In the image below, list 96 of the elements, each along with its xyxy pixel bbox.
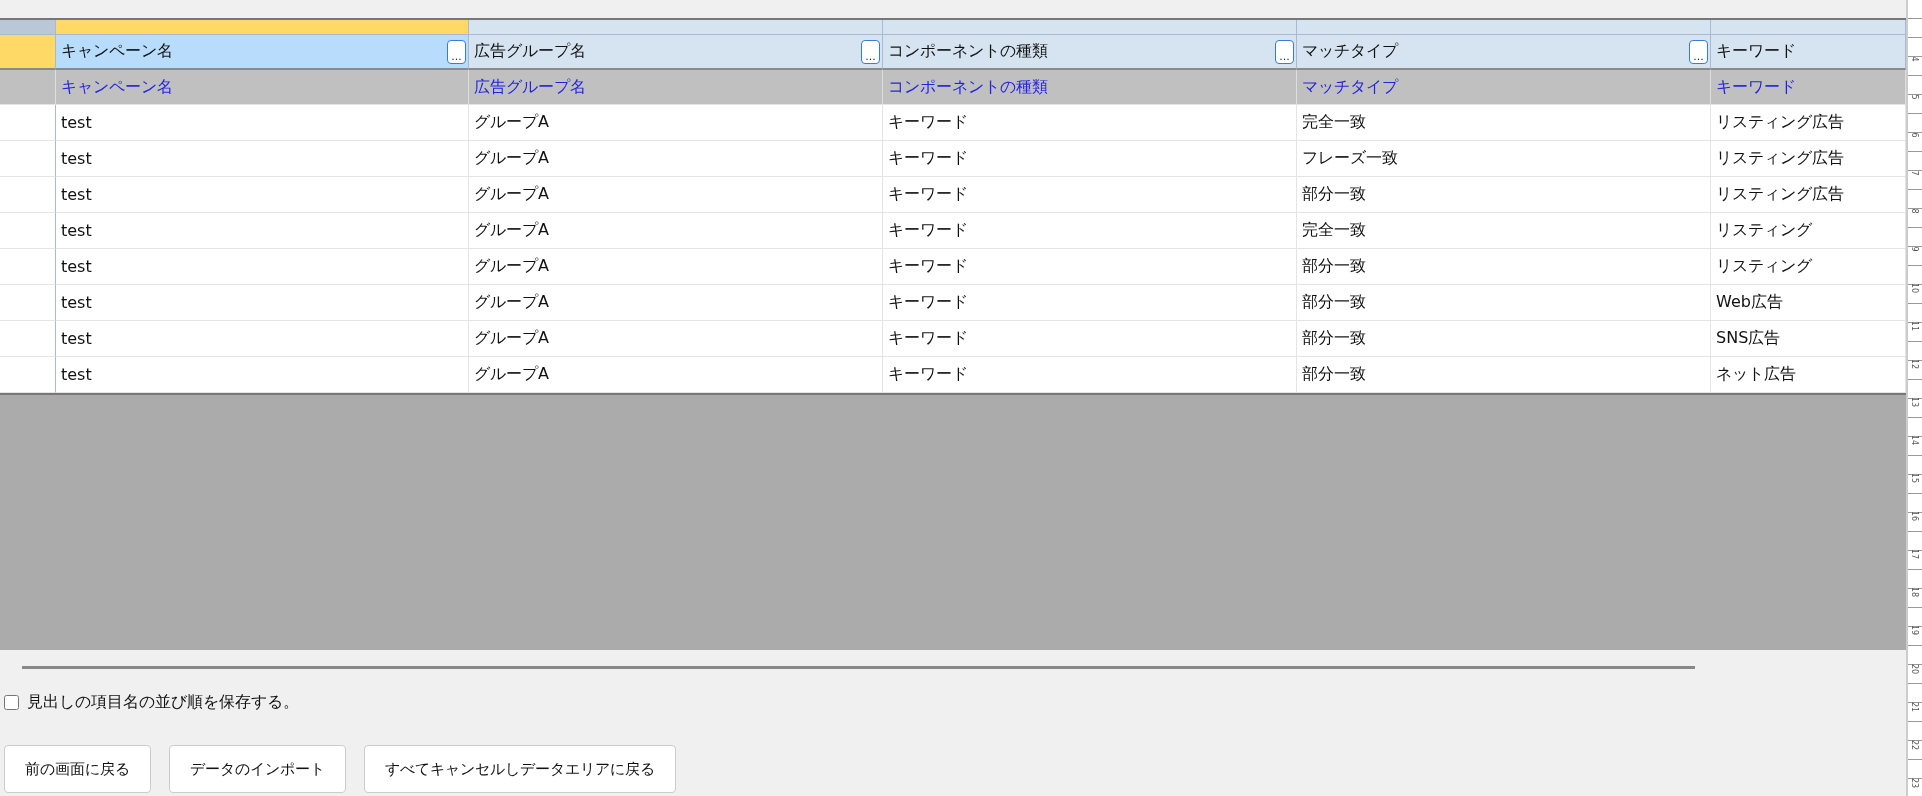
table-cell: フレーズ一致	[1297, 141, 1711, 177]
column-selector[interactable]	[469, 20, 883, 35]
table-cell: リスティング	[1711, 249, 1906, 285]
ruler-number: 8	[1909, 207, 1921, 216]
table-cell: 部分一致	[1297, 357, 1711, 393]
row-header[interactable]	[0, 213, 56, 249]
table-cell: キーワード	[883, 177, 1297, 213]
ruler-number: 19	[1909, 624, 1921, 638]
ruler-number: 5	[1909, 93, 1921, 102]
table-cell: test	[56, 249, 469, 285]
table-cell: キーワード	[883, 285, 1297, 321]
ruler-number: 13	[1909, 395, 1921, 409]
ruler-number: 17	[1909, 548, 1921, 562]
table-cell: 部分一致	[1297, 249, 1711, 285]
ruler-number: 23	[1909, 776, 1921, 790]
ruler-number: 9	[1909, 245, 1921, 255]
table-cell: ネット広告	[1711, 357, 1906, 393]
table-cell: リスティング	[1711, 213, 1906, 249]
table-cell: 完全一致	[1297, 213, 1711, 249]
table-cell: グループA	[469, 141, 883, 177]
ellipsis-button[interactable]: ...	[1275, 39, 1294, 64]
corner-cell	[0, 20, 56, 35]
checkbox[interactable]	[4, 694, 19, 710]
ruler-number: 14	[1909, 433, 1921, 447]
table-cell: グループA	[469, 321, 883, 357]
table-cell: test	[56, 321, 469, 357]
row-header[interactable]	[0, 357, 56, 393]
row-header	[0, 70, 56, 105]
ruler-number: 18	[1909, 586, 1921, 600]
row-header[interactable]	[0, 321, 56, 357]
table-cell: キーワード	[883, 105, 1297, 141]
table-cell: グループA	[469, 105, 883, 141]
horizontal-scrollbar[interactable]	[22, 666, 1695, 669]
table-cell: リスティング広告	[1711, 177, 1906, 213]
row-header[interactable]	[0, 177, 56, 213]
table-cell: キーワード	[883, 141, 1297, 177]
ruler-number: 22	[1909, 738, 1921, 752]
ruler-number: 10	[1909, 281, 1921, 295]
table-cell: 部分一致	[1297, 285, 1711, 321]
table-cell: キーワード	[883, 357, 1297, 393]
table-cell: キーワード	[883, 321, 1297, 357]
table-cell: test	[56, 285, 469, 321]
column-selector[interactable]	[1297, 20, 1711, 35]
table-cell: グループA	[469, 249, 883, 285]
ruler-number: 16	[1909, 510, 1921, 524]
ellipsis-button[interactable]: ...	[447, 39, 466, 64]
filter-cell[interactable]: キャンペーン名	[56, 70, 469, 105]
table-cell: 部分一致	[1297, 177, 1711, 213]
ellipsis-button[interactable]: ...	[1689, 39, 1708, 64]
column-header[interactable]: キーワード	[1711, 35, 1906, 70]
ruler-number: 12	[1909, 357, 1921, 371]
column-selector[interactable]	[1711, 20, 1906, 35]
table-cell: キーワード	[883, 213, 1297, 249]
table-cell: グループA	[469, 177, 883, 213]
table-cell: test	[56, 105, 469, 141]
table-cell: Web広告	[1711, 285, 1906, 321]
column-header[interactable]: コンポーネントの種類 ...	[883, 35, 1297, 70]
table-cell: SNS広告	[1711, 321, 1906, 357]
row-header[interactable]	[0, 105, 56, 141]
column-header[interactable]: 広告グループ名 ...	[469, 35, 883, 70]
ruler-number: 6	[1909, 131, 1921, 140]
ruler-number: 20	[1909, 662, 1921, 676]
ruler-number: 15	[1909, 472, 1921, 486]
column-selector[interactable]	[883, 20, 1297, 35]
table-cell: グループA	[469, 285, 883, 321]
table-cell: test	[56, 177, 469, 213]
filter-cell[interactable]: 広告グループ名	[469, 70, 883, 105]
ruler-number: 21	[1909, 700, 1921, 714]
action-button[interactable]: データのインポート	[169, 745, 346, 793]
column-selector[interactable]	[56, 20, 469, 35]
table-cell: リスティング広告	[1711, 141, 1906, 177]
action-button[interactable]: すべてキャンセルしデータエリアに戻る	[364, 745, 676, 793]
ruler-number: 7	[1909, 169, 1921, 178]
table-cell: test	[56, 357, 469, 393]
table-cell: test	[56, 213, 469, 249]
table-cell: 部分一致	[1297, 321, 1711, 357]
column-header[interactable]: マッチタイプ ...	[1297, 35, 1711, 70]
action-button[interactable]: 前の画面に戻る	[4, 745, 151, 793]
table-cell: グループA	[469, 213, 883, 249]
table-cell: test	[56, 141, 469, 177]
table-cell: 完全一致	[1297, 105, 1711, 141]
ellipsis-button[interactable]: ...	[861, 39, 880, 64]
row-header	[0, 35, 56, 70]
filter-cell[interactable]: コンポーネントの種類	[883, 70, 1297, 105]
row-header[interactable]	[0, 249, 56, 285]
column-header[interactable]: キャンペーン名 ...	[56, 35, 469, 70]
row-header[interactable]	[0, 285, 56, 321]
ruler-number: 11	[1909, 319, 1921, 333]
filter-cell[interactable]: キーワード	[1711, 70, 1906, 105]
table-cell: リスティング広告	[1711, 105, 1906, 141]
filter-cell[interactable]: マッチタイプ	[1297, 70, 1711, 105]
table-cell: キーワード	[883, 249, 1297, 285]
ruler-number: 4	[1909, 55, 1921, 64]
table-cell: グループA	[469, 357, 883, 393]
row-header[interactable]	[0, 141, 56, 177]
checkbox-label: 見出しの項目名の並び順を保存する。	[27, 691, 299, 713]
